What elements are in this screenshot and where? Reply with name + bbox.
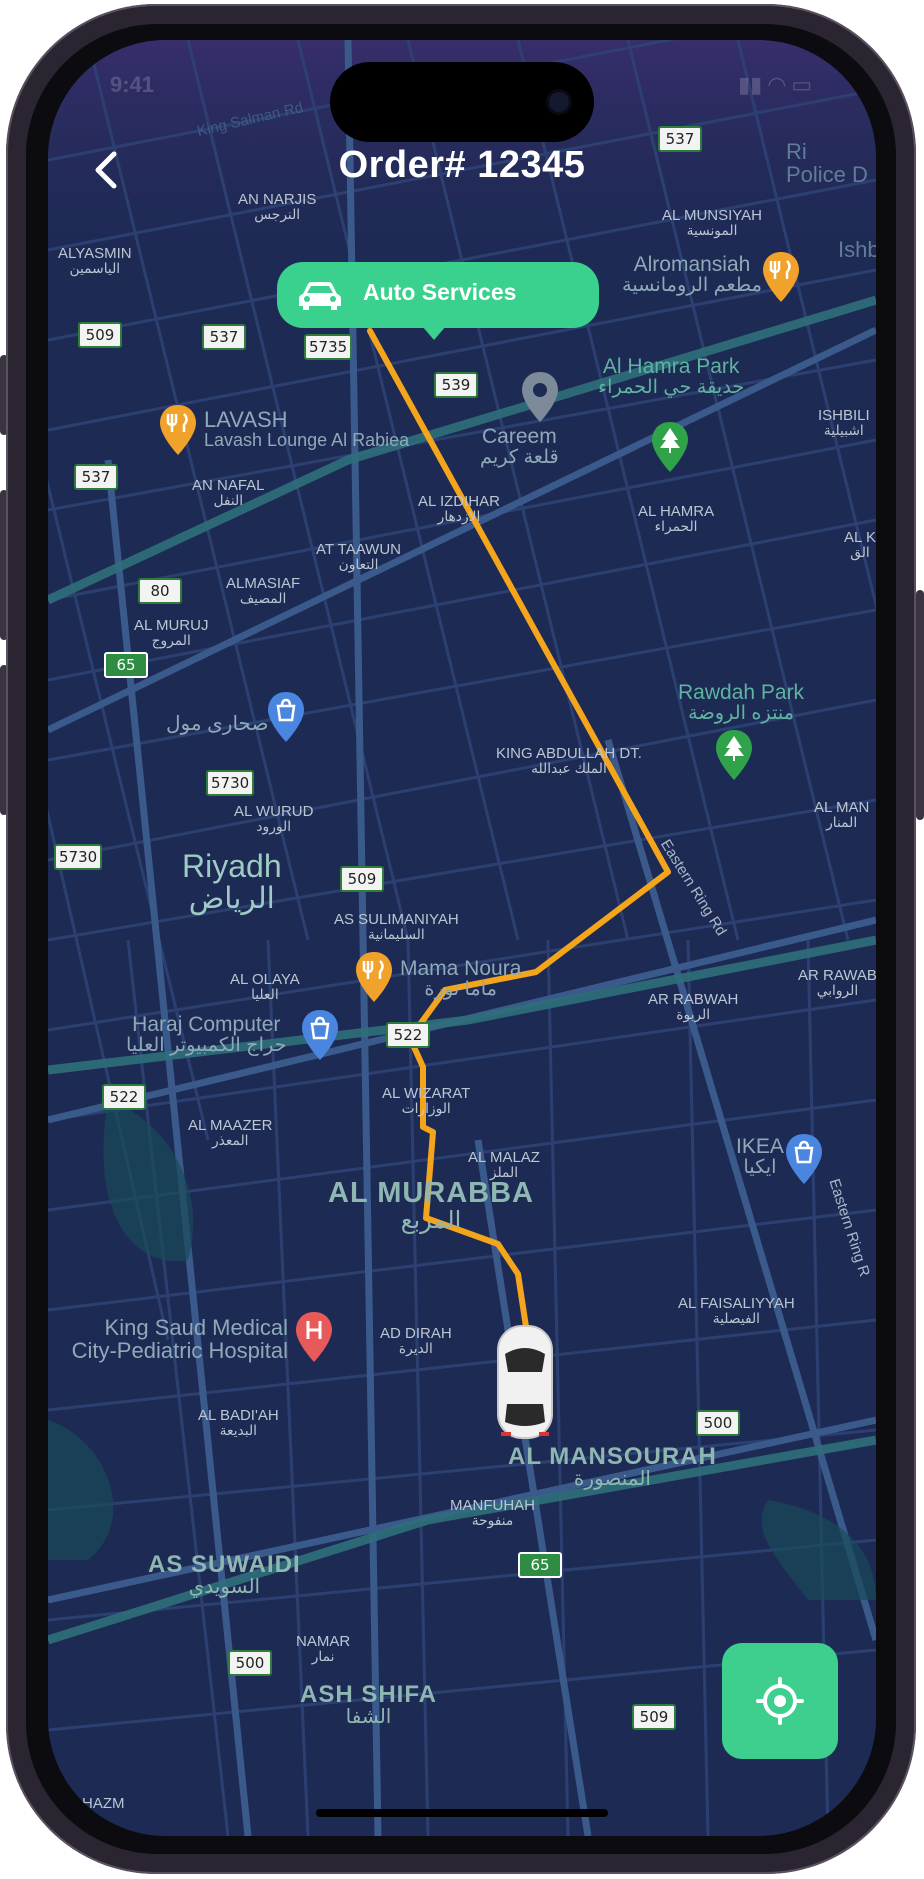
district-label: AL BADI'AH البديعة: [198, 1407, 279, 1438]
district-label: AL WURUD الورود: [234, 803, 314, 834]
hospital-pin-icon[interactable]: [292, 1310, 336, 1366]
road-shield: 537: [202, 324, 246, 350]
restaurant-pin-icon[interactable]: [156, 403, 200, 459]
map-label: Ri Police D: [786, 139, 868, 188]
district-label: AT TAAWUN التعاون: [316, 541, 402, 572]
poi-label: صحارى مول: [166, 713, 269, 735]
poi-label: King Saud Medical City-Pediatric Hospital: [71, 1315, 288, 1364]
district-label: AR RAWAB الروابي: [798, 967, 876, 998]
district-label: HAZM: [82, 1795, 125, 1812]
district-label: AL MURABBA المربع: [328, 1177, 535, 1235]
road-shield: 5730: [206, 770, 255, 796]
district-label: AL MAAZER المعذر: [188, 1117, 273, 1148]
poi-label: Mama Noura ماما نورة: [400, 957, 522, 1001]
page-title: Order# 12345: [338, 144, 586, 186]
district-label: ISHBILI اشبيلية: [818, 407, 870, 438]
crosshair-icon: [756, 1677, 804, 1725]
camera: [549, 92, 569, 112]
car-marker: [497, 1325, 553, 1439]
home-indicator[interactable]: [316, 1809, 608, 1817]
shopping-pin-icon[interactable]: [264, 690, 308, 746]
district-label: AD DIRAH الديرة: [380, 1325, 452, 1356]
district-label: KING ABDULLAH DT. الملك عبدالله: [496, 745, 642, 776]
district-label: AS SUWAIDI السويدي: [148, 1551, 301, 1599]
district-label: AN NARJIS النرجس: [238, 191, 317, 222]
district-label: AL OLAYA العليا: [230, 971, 300, 1002]
road-shield: 509: [340, 866, 384, 892]
road-shield: 5730: [54, 844, 103, 870]
shopping-pin-icon[interactable]: [298, 1008, 342, 1064]
status-icons: ▮▮ ◠ ▭: [738, 72, 813, 97]
district-label: AL IZDIHAR الازدهار: [418, 493, 500, 524]
poi-label: Al Hamra Park حديقة حي الحمراء: [598, 355, 745, 399]
district-label: NAMAR نمار: [296, 1633, 351, 1664]
road-shield: 500: [228, 1650, 272, 1676]
district-label: AL K الق: [844, 529, 876, 560]
poi-label: Rawdah Park منتزه الروضة: [678, 681, 805, 725]
district-label: AL MUNSIYAH المونسية: [662, 207, 763, 238]
district-label: AL MALAZ الملز: [468, 1149, 540, 1180]
location-pin-icon[interactable]: [518, 370, 562, 426]
road-shield: 522: [102, 1084, 146, 1110]
district-label: MANFUHAH منفوحة: [450, 1497, 535, 1528]
road-shield: 65: [104, 652, 148, 678]
locate-me-button[interactable]: [722, 1643, 838, 1759]
district-label: ALYASMIN الياسمين: [58, 245, 132, 276]
car-icon: [299, 282, 341, 310]
road-shield: 5735: [304, 334, 353, 360]
road-shield: 509: [78, 322, 122, 348]
park-pin-icon[interactable]: [648, 420, 692, 476]
shopping-pin-icon[interactable]: [782, 1132, 826, 1188]
road-shield: 65: [518, 1552, 562, 1578]
road-shield: 522: [386, 1022, 430, 1048]
district-label: AL HAMRA الحمراء: [638, 503, 715, 534]
district-label: ALMASIAF المصيف: [226, 575, 301, 606]
road-shield: 80: [138, 578, 182, 604]
tooltip-label: Auto Services: [363, 279, 517, 305]
district-label: AN NAFAL النفل: [192, 477, 265, 508]
map-label: Ishb: [838, 237, 876, 262]
district-label: AS SULIMANIYAH السليمانية: [334, 911, 459, 942]
road-shield: 500: [696, 1410, 740, 1436]
poi-label: IKEA ايكيا: [736, 1135, 784, 1179]
district-label: AL MURUJ المروج: [134, 617, 209, 648]
road-shield: 537: [74, 464, 118, 490]
side-button: [916, 590, 924, 820]
district-label: ASH SHIFA الشفا: [300, 1681, 438, 1729]
district-label: AL MANSOURAH المنصورة: [508, 1443, 717, 1491]
district-label: AL WIZARAT الوزارات: [382, 1085, 471, 1116]
road-shield: 539: [434, 372, 478, 398]
city-label: Riyadh الرياض: [182, 848, 282, 915]
district-label: AL MAN المنار: [814, 799, 870, 830]
poi-label: Haraj Computer حراج الكمبيوتر العليا: [126, 1013, 287, 1057]
poi-label: Alromansiah مطعم الرومانسية: [622, 253, 762, 297]
poi-label: Careem قلعة كريم: [480, 425, 559, 469]
park-pin-icon[interactable]: [712, 728, 756, 784]
screen: 9:41 ▮▮ ◠ ▭ Order# 12345 Auto Services K…: [48, 40, 876, 1836]
road-shield: 537: [658, 126, 702, 152]
district-label: AR RABWAH الربوة: [648, 991, 739, 1022]
service-tooltip[interactable]: Auto Services: [277, 262, 599, 340]
road-shield: 509: [632, 1704, 676, 1730]
district-label: AL FAISALIYYAH الفيصلية: [678, 1295, 795, 1326]
restaurant-pin-icon[interactable]: [759, 250, 803, 306]
poi-label: LAVASH Lavash Lounge Al Rabiea: [204, 407, 410, 451]
restaurant-pin-icon[interactable]: [352, 950, 396, 1006]
status-time: 9:41: [110, 72, 155, 97]
